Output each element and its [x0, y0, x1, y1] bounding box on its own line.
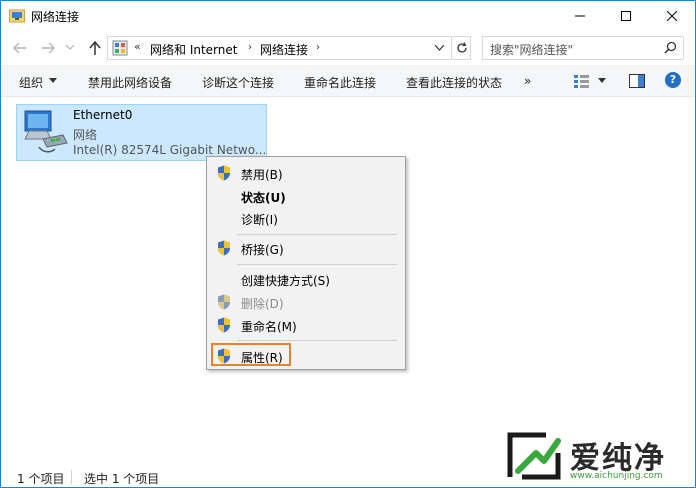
- menu-item-label: 状态(U): [241, 191, 286, 205]
- menu-item-rename[interactable]: 重命名(M): [207, 314, 405, 336]
- uac-shield-icon: [218, 317, 230, 333]
- menu-item-create-shortcut[interactable]: 创建快捷方式(S): [207, 268, 405, 290]
- more-commands-button[interactable]: »: [524, 74, 531, 88]
- close-icon: [667, 11, 677, 21]
- uac-shield-icon: [218, 240, 230, 256]
- menu-item-label: 桥接(G): [241, 243, 284, 257]
- breadcrumb-network-connections[interactable]: 网络连接: [260, 41, 308, 58]
- uac-shield-icon: [218, 165, 230, 181]
- help-button[interactable]: ?: [665, 72, 681, 88]
- recent-locations-button[interactable]: [63, 39, 77, 57]
- network-folder-icon: [9, 9, 25, 23]
- watermark-logo-icon: [507, 432, 561, 480]
- menu-separator: [237, 340, 397, 341]
- view-status-button[interactable]: 查看此连接的状态: [406, 74, 502, 91]
- window-title: 网络连接: [31, 10, 80, 24]
- maximize-icon: [621, 11, 631, 21]
- menu-separator: [237, 264, 397, 265]
- watermark: 爱纯净 www.aichunjing.com: [506, 431, 691, 485]
- disable-device-button[interactable]: 禁用此网络设备: [88, 74, 172, 91]
- command-bar: 组织 禁用此网络设备 诊断这个连接 重命名此连接 查看此连接的状态 » ?: [1, 65, 695, 97]
- connection-device: Intel(R) 82574L Gigabit Netwo...: [73, 143, 267, 157]
- network-adapter-icon: [24, 110, 68, 153]
- breadcrumb-overflow[interactable]: «: [134, 40, 141, 53]
- menu-item-label: 诊断(I): [241, 213, 278, 227]
- minimize-button[interactable]: [557, 1, 603, 31]
- refresh-button[interactable]: [451, 37, 471, 59]
- address-bar[interactable]: « 网络和 Internet › 网络连接 ›: [107, 36, 471, 60]
- connection-name: Ethernet0: [73, 108, 133, 122]
- menu-item-label: 创建快捷方式(S): [241, 274, 330, 288]
- close-button[interactable]: [649, 1, 695, 31]
- connection-network: 网络: [73, 128, 98, 142]
- organize-button[interactable]: 组织: [19, 74, 43, 91]
- context-menu: 禁用(B) 状态(U) 诊断(I) 桥接(G) 创建快捷方式(S) 删除(D): [206, 156, 406, 370]
- preview-pane-icon[interactable]: [629, 74, 645, 88]
- minimize-icon: [575, 15, 585, 17]
- chevron-down-icon: [434, 45, 444, 51]
- back-button[interactable]: [10, 39, 30, 57]
- menu-item-label: 删除(D): [241, 297, 284, 311]
- search-icon[interactable]: [664, 41, 677, 54]
- search-placeholder: 搜索"网络连接": [490, 43, 574, 57]
- ethernet-connection-item[interactable]: Ethernet0 网络 Intel(R) 82574L Gigabit Net…: [16, 104, 267, 161]
- maximize-button[interactable]: [603, 1, 649, 31]
- up-button[interactable]: [85, 39, 105, 57]
- rename-button[interactable]: 重命名此连接: [304, 74, 376, 91]
- menu-item-delete[interactable]: 删除(D): [207, 291, 405, 313]
- breadcrumb-network-internet[interactable]: 网络和 Internet: [150, 41, 237, 58]
- menu-item-label: 禁用(B): [241, 168, 283, 182]
- menu-item-bridge[interactable]: 桥接(G): [207, 237, 405, 259]
- back-arrow-icon: [13, 42, 26, 54]
- up-arrow-icon: [89, 41, 101, 55]
- refresh-icon: [456, 42, 467, 53]
- breadcrumb-separator[interactable]: ›: [316, 42, 320, 53]
- uac-shield-icon: [218, 294, 230, 310]
- menu-item-status[interactable]: 状态(U): [207, 185, 405, 207]
- forward-arrow-icon: [42, 42, 55, 54]
- chevron-down-icon: [66, 45, 74, 50]
- title-bar[interactable]: 网络连接: [1, 1, 695, 31]
- status-separator: [71, 470, 72, 484]
- view-options-icon[interactable]: [574, 74, 590, 88]
- address-history-button[interactable]: [430, 39, 448, 57]
- control-panel-icon: [112, 40, 128, 56]
- breadcrumb-separator[interactable]: ›: [248, 42, 252, 53]
- diagnose-button[interactable]: 诊断这个连接: [202, 74, 274, 91]
- search-box[interactable]: 搜索"网络连接": [482, 36, 684, 60]
- status-item-count: 1 个项目: [17, 472, 65, 486]
- caret-down-icon[interactable]: [598, 75, 606, 85]
- forward-button[interactable]: [38, 39, 58, 57]
- status-selected-count: 选中 1 个项目: [84, 472, 160, 486]
- menu-item-diagnose[interactable]: 诊断(I): [207, 207, 405, 229]
- navigation-bar: « 网络和 Internet › 网络连接 › 搜索"网络连接": [1, 31, 695, 65]
- menu-item-disable[interactable]: 禁用(B): [207, 162, 405, 184]
- window: 网络连接 « 网络和 Internet › 网络连接 › 搜索"网络连接" 组织…: [0, 0, 696, 488]
- caret-down-icon: [49, 78, 57, 83]
- watermark-url: www.aichunjing.com: [570, 471, 663, 481]
- menu-item-label: 重命名(M): [241, 320, 297, 334]
- menu-separator: [237, 234, 397, 235]
- properties-highlight-box: [211, 343, 291, 366]
